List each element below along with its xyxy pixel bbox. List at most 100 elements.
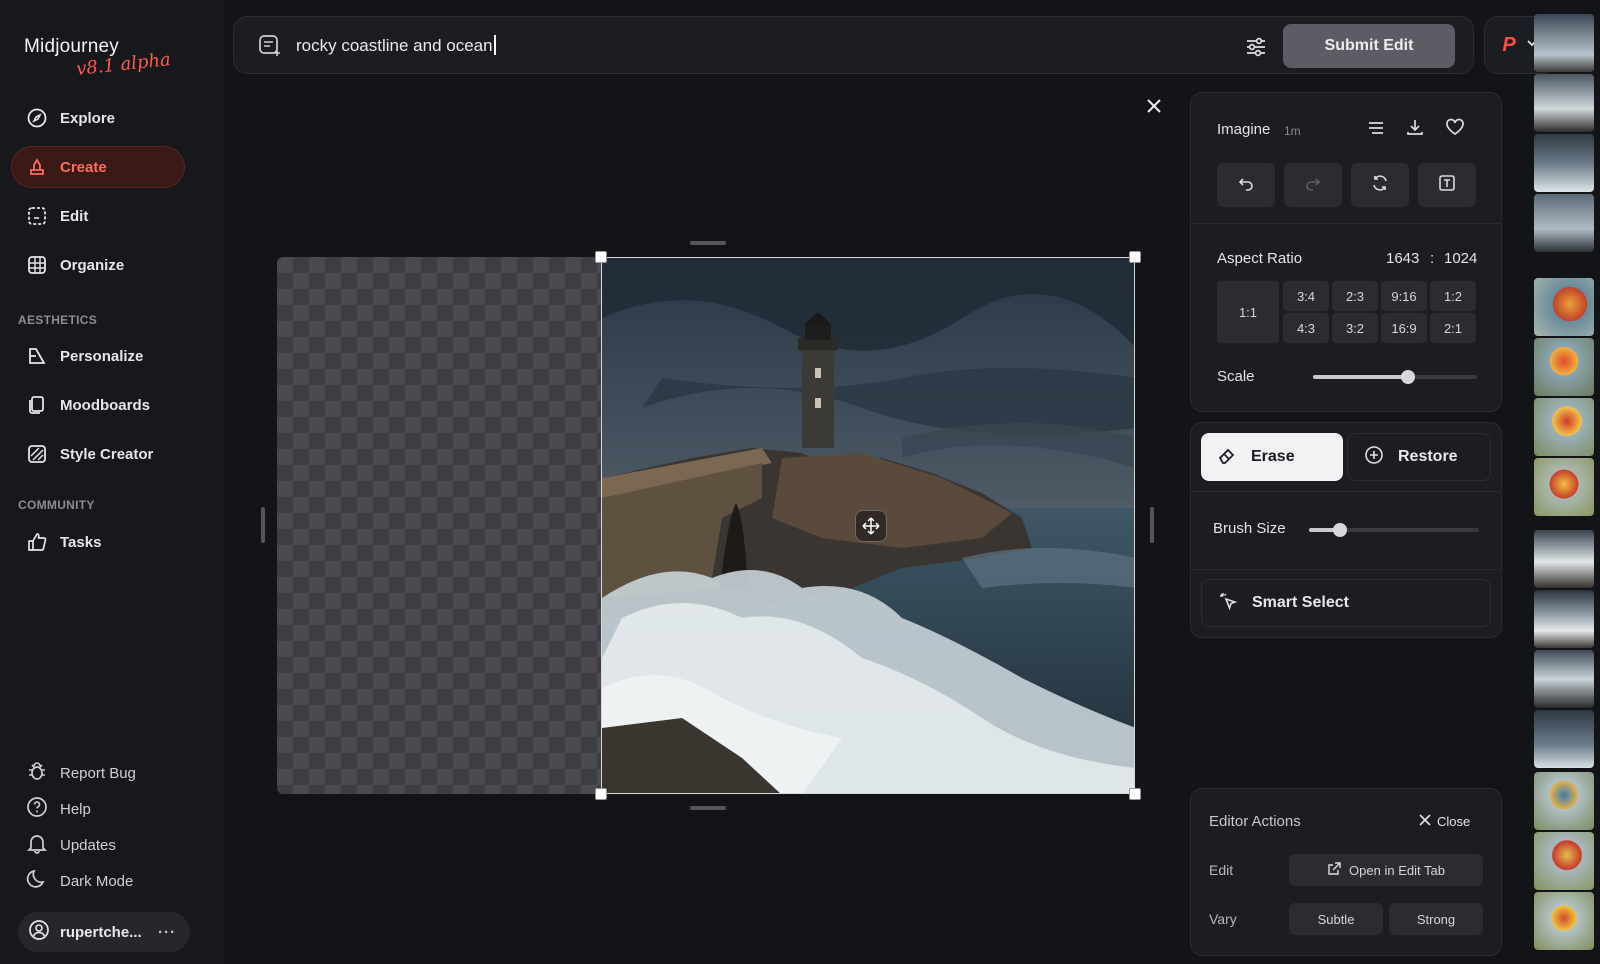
close-icon	[1419, 814, 1431, 829]
refresh-icon	[1371, 174, 1389, 197]
updates-link[interactable]: Updates	[26, 832, 116, 858]
nav-tasks[interactable]: Tasks	[12, 522, 184, 562]
text-button[interactable]	[1418, 163, 1476, 207]
nav-tasks-label: Tasks	[60, 533, 102, 551]
magic-cursor-icon	[1218, 591, 1238, 616]
ratio-3-4-button[interactable]: 3:4	[1283, 281, 1329, 311]
submit-edit-button[interactable]: Submit Edit	[1283, 24, 1455, 68]
nav-personalize[interactable]: Personalize	[12, 336, 184, 376]
erase-button[interactable]: Erase	[1201, 433, 1343, 481]
panel-divider	[1191, 223, 1501, 224]
scale-slider-handle[interactable]	[1401, 370, 1416, 384]
brush-size-handle[interactable]	[1332, 523, 1347, 537]
user-more-button[interactable]: ···	[158, 924, 176, 941]
thumbnail-lighthouse-2[interactable]	[1534, 74, 1594, 132]
help-link[interactable]: Help	[26, 796, 91, 822]
nav-organize[interactable]: Organize	[12, 245, 184, 285]
settings-sliders-icon[interactable]	[1244, 35, 1268, 64]
crop-handle-top-left[interactable]	[595, 251, 607, 263]
prompt-details-icon[interactable]	[1367, 119, 1385, 142]
nav-moodboards-label: Moodboards	[60, 396, 150, 414]
nav-moodboards[interactable]: Moodboards	[12, 385, 184, 425]
thumbnail-lighthouse-1[interactable]	[1534, 14, 1594, 72]
prompt-input[interactable]: rocky coastline and ocean	[296, 35, 496, 56]
restore-label: Restore	[1398, 448, 1458, 465]
thumbnail-lighthouse-7[interactable]	[1534, 650, 1594, 708]
thumbnail-lighthouse-6[interactable]	[1534, 590, 1594, 648]
aspect-height-value[interactable]: 1024	[1444, 250, 1477, 267]
nav-explore[interactable]: Explore	[12, 98, 184, 138]
thumbnail-lighthouse-5[interactable]	[1534, 530, 1594, 588]
user-menu[interactable]: rupertche... ···	[18, 912, 190, 952]
ratio-4-3-button[interactable]: 4:3	[1283, 313, 1329, 343]
edit-canvas[interactable]	[277, 251, 1141, 800]
image-prompt-icon[interactable]	[258, 34, 282, 63]
close-actions-label: Close	[1437, 814, 1471, 829]
ratio-3-2-button[interactable]: 3:2	[1332, 313, 1378, 343]
crop-handle-bottom-left[interactable]	[595, 788, 607, 800]
scale-slider-fill	[1313, 375, 1409, 379]
reset-button[interactable]	[1351, 163, 1409, 207]
grid-icon	[26, 254, 48, 276]
logo[interactable]: Midjourney v8.1 alpha	[24, 36, 172, 80]
help-label: Help	[60, 800, 91, 818]
heart-icon[interactable]	[1445, 118, 1465, 141]
thumbnail-balloon-1[interactable]	[1534, 278, 1594, 336]
thumbnail-balloon-6[interactable]	[1534, 832, 1594, 890]
ratio-2-3-button[interactable]: 2:3	[1332, 281, 1378, 311]
ratio-2-1-button[interactable]: 2:1	[1430, 313, 1476, 343]
external-link-icon	[1327, 861, 1341, 879]
redo-icon	[1304, 174, 1322, 197]
thumbnail-lighthouse-8[interactable]	[1534, 710, 1594, 768]
profile-letter: P	[1502, 33, 1516, 56]
ratio-1-2-button[interactable]: 1:2	[1430, 281, 1476, 311]
report-bug-label: Report Bug	[60, 764, 136, 782]
report-bug-link[interactable]: Report Bug	[26, 760, 136, 786]
thumbnail-balloon-7[interactable]	[1534, 892, 1594, 950]
vary-subtle-button[interactable]: Subtle	[1289, 903, 1383, 935]
smart-select-button[interactable]: Smart Select	[1201, 579, 1491, 627]
close-actions-button[interactable]: Close	[1419, 814, 1470, 829]
open-in-edit-tab-label: Open in Edit Tab	[1349, 862, 1445, 878]
vary-strong-button[interactable]: Strong	[1389, 903, 1483, 935]
download-icon[interactable]	[1406, 118, 1424, 141]
aspect-width-value[interactable]: 1643	[1386, 250, 1419, 267]
dark-mode-toggle[interactable]: Dark Mode	[26, 868, 133, 894]
top-resize-grip[interactable]	[690, 241, 726, 245]
thumbnail-lighthouse-3[interactable]	[1534, 134, 1594, 192]
right-resize-grip[interactable]	[1150, 507, 1154, 543]
thumbnail-balloon-3[interactable]	[1534, 398, 1594, 456]
updates-label: Updates	[60, 836, 116, 854]
close-editor-icon[interactable]	[1146, 98, 1162, 119]
move-icon[interactable]	[855, 510, 887, 542]
user-name: rupertche...	[60, 923, 142, 941]
nav-create[interactable]: Create	[12, 147, 184, 187]
crop-handle-top-right[interactable]	[1129, 251, 1141, 263]
restore-button[interactable]: Restore	[1347, 433, 1491, 481]
nav-edit[interactable]: Edit	[12, 196, 184, 236]
bottom-resize-grip[interactable]	[690, 806, 726, 810]
help-icon	[26, 796, 48, 822]
open-in-edit-tab-button[interactable]: Open in Edit Tab	[1289, 854, 1483, 886]
logo-name: Midjourney	[24, 36, 119, 57]
nav-style-creator[interactable]: Style Creator	[12, 434, 184, 474]
thumbnail-balloon-4[interactable]	[1534, 458, 1594, 516]
crop-handle-bottom-right[interactable]	[1129, 788, 1141, 800]
thumbnail-balloon-2[interactable]	[1534, 338, 1594, 396]
edit-row-label: Edit	[1209, 862, 1234, 878]
ratio-9-16-button[interactable]: 9:16	[1381, 281, 1427, 311]
ratio-16-9-button[interactable]: 16:9	[1381, 313, 1427, 343]
bug-icon	[26, 760, 48, 786]
ratio-1-1-button[interactable]: 1:1	[1217, 281, 1279, 343]
redo-button[interactable]	[1284, 163, 1342, 207]
dark-mode-label: Dark Mode	[60, 872, 134, 890]
left-resize-grip[interactable]	[261, 507, 265, 543]
thumbnail-lighthouse-4[interactable]	[1534, 194, 1594, 252]
history-thumbnails	[1534, 14, 1596, 964]
undo-button[interactable]	[1217, 163, 1275, 207]
transparent-area[interactable]	[277, 257, 601, 794]
nav-organize-label: Organize	[60, 256, 125, 274]
app-window: Midjourney v8.1 alpha Explore Create Edi…	[0, 0, 1600, 964]
moon-icon	[26, 868, 48, 894]
thumbnail-balloon-5[interactable]	[1534, 772, 1594, 830]
